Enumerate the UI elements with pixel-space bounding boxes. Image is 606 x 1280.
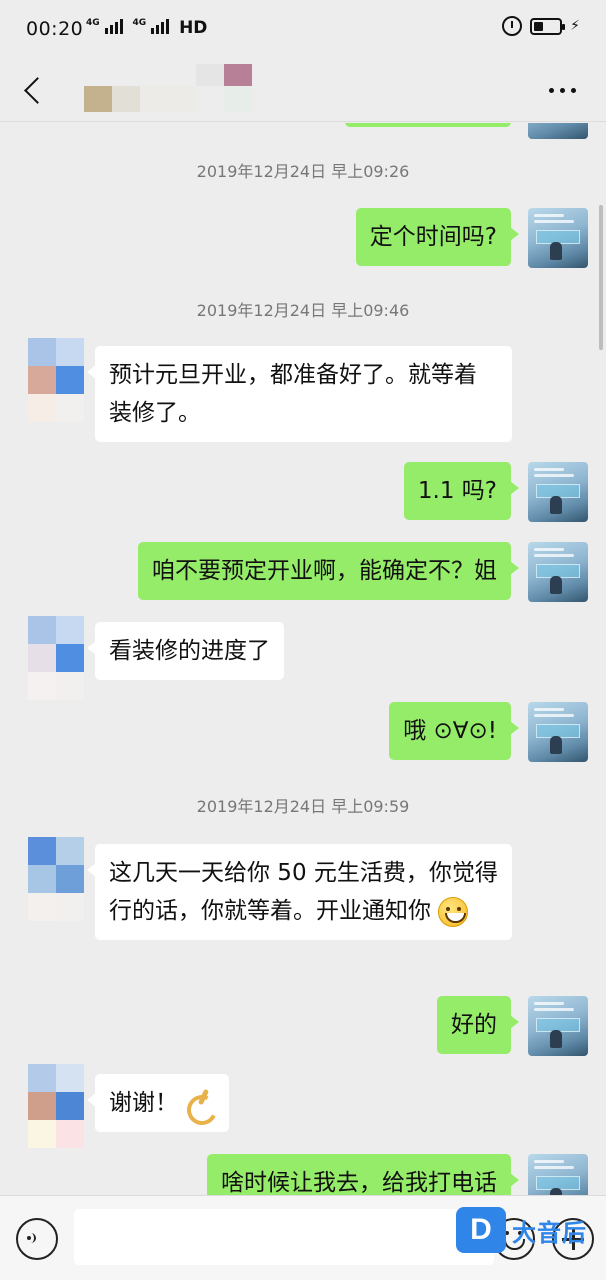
- watermark-text: 大音后: [512, 1218, 587, 1247]
- contact-avatar[interactable]: [28, 1064, 84, 1148]
- charging-icon: ⚡: [570, 18, 580, 34]
- my-avatar[interactable]: [528, 996, 588, 1056]
- my-avatar[interactable]: [528, 542, 588, 602]
- outgoing-message[interactable]: 定个时间吗?: [355, 208, 520, 266]
- contact-name-blurred: [84, 62, 254, 112]
- network-indicators: 4G 4G HD: [86, 18, 207, 38]
- network-type-2: 4G: [133, 18, 170, 38]
- contact-avatar[interactable]: [28, 338, 84, 422]
- contact-avatar[interactable]: [28, 837, 84, 921]
- network-type-1: 4G: [86, 18, 123, 38]
- incoming-message[interactable]: 谢谢！: [86, 1074, 230, 1132]
- signal-icon: [104, 18, 123, 34]
- outgoing-message[interactable]: 哦 ⊙∀⊙!: [389, 702, 519, 760]
- my-avatar[interactable]: [528, 462, 588, 522]
- status-right: ⚡: [502, 16, 580, 36]
- my-avatar: [528, 123, 588, 139]
- outgoing-message[interactable]: 啥时候让我去，给我打电话: [207, 1154, 519, 1195]
- watermark: D 大音后: [456, 1205, 587, 1255]
- timestamp: 2019年12月24日 早上09:59: [196, 797, 410, 816]
- incoming-message[interactable]: 看装修的进度了: [87, 622, 284, 680]
- outgoing-message[interactable]: 咱不要预定开业啊，能确定不？姐: [138, 542, 519, 600]
- message-input[interactable]: [74, 1209, 494, 1265]
- back-arrow-icon[interactable]: [18, 70, 58, 110]
- alarm-icon: [502, 16, 523, 36]
- partial-outgoing-bubble: [345, 123, 511, 127]
- signal-icon: [151, 18, 170, 34]
- message-text: 谢谢！: [109, 1090, 178, 1116]
- scrollbar[interactable]: [599, 205, 603, 350]
- battery-icon: [530, 17, 566, 35]
- hd-indicator: HD: [179, 18, 208, 38]
- more-dots-icon[interactable]: [540, 70, 584, 110]
- watermark-logo: D: [456, 1207, 506, 1253]
- incoming-message[interactable]: 预计元旦开业，都准备好了。就等着装修了。: [87, 346, 512, 442]
- voice-icon[interactable]: [16, 1218, 58, 1260]
- outgoing-message[interactable]: 1.1 吗?: [403, 462, 520, 520]
- ok-hand-emoji-icon: [185, 1089, 215, 1119]
- timestamp: 2019年12月24日 早上09:46: [196, 301, 410, 320]
- message-list[interactable]: 2019年12月24日 早上09:26 定个时间吗? 2019年12月24日 早…: [0, 123, 606, 1195]
- my-avatar[interactable]: [528, 208, 588, 268]
- status-bar: 00:20 4G 4G HD ⚡: [0, 0, 606, 60]
- incoming-message[interactable]: 这几天一天给你 50 元生活费，你觉得行的话，你就等着。开业通知你: [87, 844, 512, 940]
- outgoing-message[interactable]: 好的: [437, 996, 519, 1054]
- my-avatar[interactable]: [528, 702, 588, 762]
- status-time: 00:20: [26, 18, 84, 40]
- contact-avatar[interactable]: [28, 616, 84, 700]
- timestamp: 2019年12月24日 早上09:26: [196, 162, 410, 181]
- chat-header: [0, 60, 606, 122]
- grin-emoji-icon: [438, 896, 469, 927]
- my-avatar[interactable]: [528, 1154, 588, 1195]
